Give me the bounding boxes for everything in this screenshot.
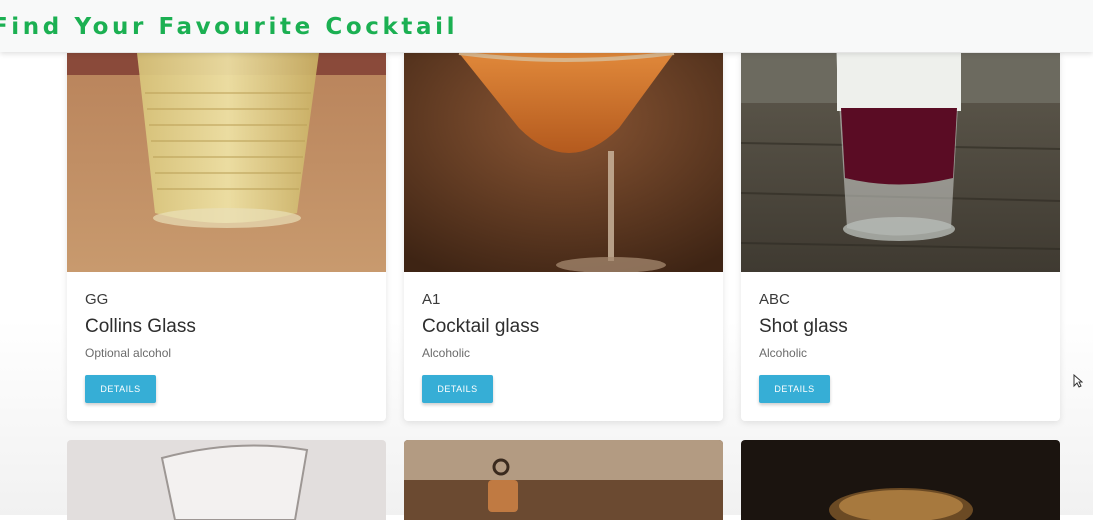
- drink-image[interactable]: [404, 53, 723, 272]
- details-button[interactable]: DETAILS: [85, 375, 156, 403]
- mouse-pointer-icon: [1073, 373, 1084, 393]
- drink-image[interactable]: [741, 440, 1060, 520]
- page-title[interactable]: Find Your Favourite Cocktail: [0, 14, 458, 40]
- drink-image[interactable]: [404, 440, 723, 520]
- drink-name: Collins Glass: [85, 316, 196, 337]
- top-navbar: Find Your Favourite Cocktail: [0, 0, 1093, 52]
- drink-card: A1 Cocktail glass Alcoholic DETAILS: [404, 53, 723, 421]
- drink-code: GG: [85, 291, 109, 308]
- drink-category: Optional alcohol: [85, 346, 172, 360]
- drink-card: GG Collins Glass Optional alcohol DETAIL…: [67, 53, 386, 421]
- drink-name: Shot glass: [759, 316, 848, 337]
- drink-card: ABC Shot glass Alcoholic DETAILS: [741, 53, 1060, 421]
- details-button[interactable]: DETAILS: [759, 375, 830, 403]
- drink-category: Alcoholic: [422, 346, 471, 360]
- details-button[interactable]: DETAILS: [422, 375, 493, 403]
- drink-code: ABC: [759, 291, 790, 308]
- drink-image[interactable]: [67, 53, 386, 272]
- drink-category: Alcoholic: [759, 346, 808, 360]
- drink-name: Cocktail glass: [422, 316, 540, 337]
- drink-image[interactable]: [741, 53, 1060, 272]
- drink-code: A1: [422, 291, 441, 308]
- drink-image[interactable]: [67, 440, 386, 520]
